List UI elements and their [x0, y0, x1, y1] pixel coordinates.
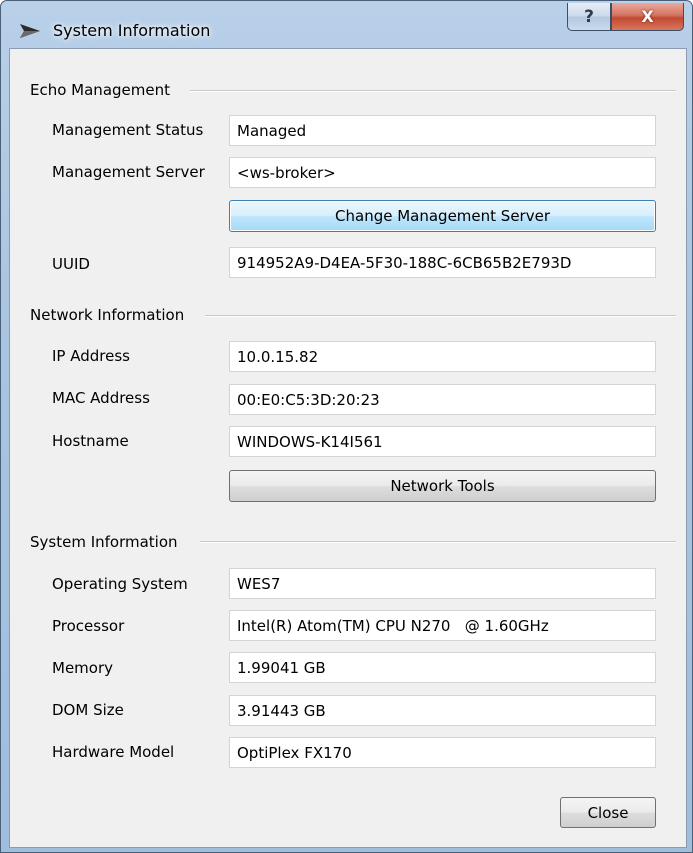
section-heading-network: Network Information: [30, 306, 190, 324]
memory-label: Memory: [52, 659, 114, 677]
system-information-window: System Information ? X Echo Management M…: [0, 0, 693, 853]
memory-field[interactable]: 1.99041 GB: [229, 652, 656, 683]
uuid-field[interactable]: 914952A9-D4EA-5F30-188C-6CB65B2E793D: [229, 247, 656, 278]
close-button[interactable]: Close: [560, 797, 656, 828]
network-tools-button[interactable]: Network Tools: [229, 470, 656, 502]
hostname-field[interactable]: WINDOWS-K14I561: [229, 426, 656, 457]
change-management-server-button[interactable]: Change Management Server: [229, 200, 656, 232]
window-close-button[interactable]: X: [611, 3, 684, 31]
management-server-label: Management Server: [52, 163, 205, 181]
mac-address-field[interactable]: 00:E0:C5:3D:20:23: [229, 384, 656, 415]
ip-address-field[interactable]: 10.0.15.82: [229, 341, 656, 372]
hardware-model-label: Hardware Model: [52, 743, 175, 761]
help-button[interactable]: ?: [567, 3, 611, 31]
section-divider: [190, 90, 676, 92]
title-bar[interactable]: System Information ? X: [1, 1, 692, 47]
management-status-label: Management Status: [52, 121, 204, 139]
app-arrow-icon: [20, 24, 40, 38]
hostname-label: Hostname: [52, 432, 129, 450]
ip-address-label: IP Address: [52, 347, 130, 365]
dialog-content: Echo Management Management Status Manage…: [9, 48, 687, 848]
operating-system-label: Operating System: [52, 575, 188, 593]
uuid-label: UUID: [52, 255, 90, 273]
section-heading-system: System Information: [30, 533, 183, 551]
processor-label: Processor: [52, 617, 125, 635]
mac-address-label: MAC Address: [52, 389, 150, 407]
hardware-model-field[interactable]: OptiPlex FX170: [229, 737, 656, 768]
management-server-field[interactable]: <ws-broker>: [229, 157, 656, 188]
section-heading-echo: Echo Management: [30, 81, 175, 99]
operating-system-field[interactable]: WES7: [229, 568, 656, 599]
window-title: System Information: [53, 21, 211, 40]
dom-size-field[interactable]: 3.91443 GB: [229, 695, 656, 726]
dom-size-label: DOM Size: [52, 701, 124, 719]
section-divider: [200, 541, 676, 543]
processor-field[interactable]: Intel(R) Atom(TM) CPU N270 @ 1.60GHz: [229, 610, 656, 641]
management-status-field[interactable]: Managed: [229, 115, 656, 146]
section-divider: [205, 315, 676, 317]
